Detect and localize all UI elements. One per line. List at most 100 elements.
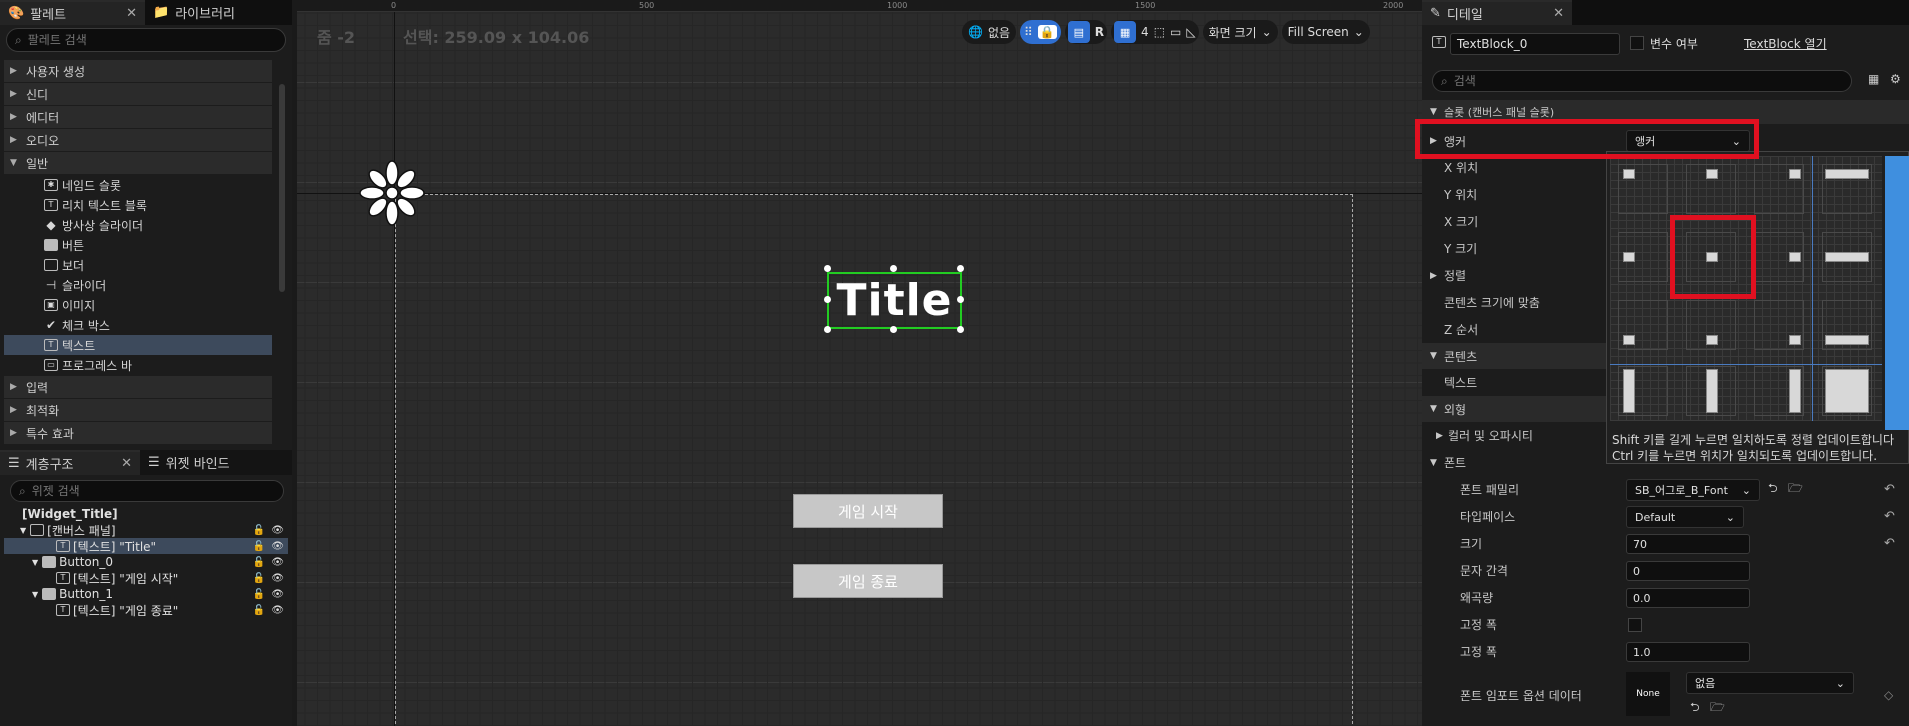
resize-handle[interactable] <box>957 326 964 333</box>
font-family-dropdown[interactable]: SB_어그로_B_Font ⌄ <box>1626 479 1760 501</box>
category-editor[interactable]: ▶ 에디터 <box>4 106 272 128</box>
hierarchy-row-start-text[interactable]: T [텍스트] "게임 시작" 🔓 👁 <box>4 570 288 586</box>
gear-icon[interactable]: ⚙ <box>1890 72 1901 86</box>
lock-icon[interactable]: 🔓 <box>253 589 265 600</box>
palette-scrollbar[interactable] <box>279 84 285 292</box>
browse-icon[interactable]: 🗁 <box>1710 698 1725 719</box>
designer-canvas[interactable]: 줌 -2 선택: 259.09 x 104.06 Title 게임 시작 게임 … <box>297 0 1422 726</box>
palette-item-text[interactable]: T 텍스트 <box>4 335 272 355</box>
palette-item-image[interactable]: ▣ 이미지 <box>4 295 272 315</box>
grid-snap-toggle[interactable]: ▦ 4 ⬚ ▭ ◺ <box>1111 20 1199 44</box>
reset-icon[interactable]: ↶ <box>1884 509 1895 524</box>
anchor-preset-cell[interactable] <box>1618 300 1668 350</box>
hierarchy-row-root[interactable]: [Widget_Title] <box>4 506 288 522</box>
anchor-preset-cell[interactable] <box>1686 164 1736 214</box>
reset-icon[interactable]: ↶ <box>1884 536 1895 551</box>
anchor-preset-cell[interactable] <box>1754 366 1804 416</box>
anchor-preset-cell[interactable] <box>1618 366 1668 416</box>
category-input[interactable]: ▶ 입력 <box>4 376 272 398</box>
close-icon[interactable]: ✕ <box>126 6 137 21</box>
lock-toggle[interactable]: ⠿ 🔒 <box>1020 20 1061 44</box>
palette-item-rich-text[interactable]: T 리치 텍스트 블록 <box>4 195 272 215</box>
tab-library[interactable]: 📁 라이브러리 <box>145 0 243 25</box>
category-audio[interactable]: ▶ 오디오 <box>4 129 272 151</box>
fixed-width-field[interactable]: 1.0 <box>1626 642 1750 662</box>
close-icon[interactable]: ✕ <box>121 456 132 471</box>
resize-handle[interactable] <box>890 326 897 333</box>
title-selection-box[interactable]: Title <box>827 272 962 329</box>
palette-item-checkbox[interactable]: ✔ 체크 박스 <box>4 315 272 335</box>
title-text[interactable]: Title <box>836 275 952 326</box>
category-optimization[interactable]: ▶ 최적화 <box>4 399 272 421</box>
widget-search-field[interactable] <box>31 484 275 498</box>
palette-search-input[interactable]: ⌕ <box>6 28 286 52</box>
font-import-dropdown[interactable]: 없음 ⌄ <box>1686 672 1854 694</box>
cursor-icon[interactable]: ⬚ <box>1154 25 1165 39</box>
screen-size-dropdown[interactable]: 화면 크기 ⌄ <box>1202 20 1278 44</box>
anchor-preset-cell[interactable] <box>1618 164 1668 214</box>
resize-handle[interactable] <box>890 265 897 272</box>
letter-spacing-field[interactable]: 0 <box>1626 561 1750 581</box>
anchor-preset-cell[interactable] <box>1754 232 1804 282</box>
start-game-button[interactable]: 게임 시작 <box>793 494 943 528</box>
palette-search-field[interactable] <box>27 33 277 47</box>
hierarchy-row-button1[interactable]: ▼ Button_1 🔓 👁 <box>4 586 288 602</box>
palette-item-named-slot[interactable]: ✱ 네임드 슬롯 <box>4 175 272 195</box>
tab-hierarchy[interactable]: ☰ 계층구조 ✕ <box>0 450 140 475</box>
lock-icon[interactable]: 🔓 <box>253 605 265 616</box>
font-import-thumbnail[interactable]: None <box>1626 672 1670 716</box>
typeface-dropdown[interactable]: Default ⌄ <box>1626 506 1744 528</box>
eye-icon[interactable]: 👁 <box>271 573 284 584</box>
palette-item-progress-bar[interactable]: ▭ 프로그레스 바 <box>4 355 272 375</box>
respect-locks-toggle[interactable]: ▤ R <box>1064 20 1108 44</box>
hierarchy-row-title-text[interactable]: T [텍스트] "Title" 🔓 👁 <box>4 538 288 554</box>
fill-screen-dropdown[interactable]: Fill Screen ⌄ <box>1281 20 1370 44</box>
lock-icon[interactable]: 🔓 <box>253 525 265 536</box>
close-icon[interactable]: ✕ <box>1553 6 1564 21</box>
reset-icon[interactable]: ↶ <box>1884 482 1895 497</box>
preview-none-toggle[interactable]: 🌐 없음 <box>962 20 1017 44</box>
eye-icon[interactable]: 👁 <box>271 541 284 552</box>
anchor-preset-cell[interactable] <box>1822 232 1872 282</box>
arrow-left-icon[interactable]: ⮌ <box>1768 479 1778 500</box>
resize-handle[interactable] <box>824 265 831 272</box>
anchor-preset-cell[interactable] <box>1618 232 1668 282</box>
hierarchy-row-end-text[interactable]: T [텍스트] "게임 종료" 🔓 👁 <box>4 602 288 618</box>
eye-icon[interactable]: 👁 <box>271 557 284 568</box>
is-variable-checkbox[interactable] <box>1630 36 1644 50</box>
widget-search-input[interactable]: ⌕ <box>10 480 284 502</box>
category-special-effects[interactable]: ▶ 특수 효과 <box>4 422 272 444</box>
tab-widget-binding[interactable]: ☰ 위젯 바인드 <box>140 450 238 475</box>
palette-item-radial-slider[interactable]: ◆ 방사상 슬라이더 <box>4 215 272 235</box>
fixed-width-checkbox[interactable] <box>1628 618 1642 632</box>
details-search-input[interactable]: ⌕ <box>1432 70 1852 92</box>
lock-icon[interactable]: 🔓 <box>253 573 265 584</box>
anchor-preset-cell[interactable] <box>1686 366 1736 416</box>
palette-item-slider[interactable]: ⊣ 슬라이더 <box>4 275 272 295</box>
browse-icon[interactable]: 🗁 <box>1788 479 1803 500</box>
open-textblock-link[interactable]: TextBlock 열기 <box>1744 35 1827 52</box>
category-synth[interactable]: ▶ 신디 <box>4 83 272 105</box>
widget-name-field[interactable]: TextBlock_0 <box>1450 33 1620 55</box>
flip-icon[interactable]: ◺ <box>1186 25 1195 39</box>
arrow-left-icon[interactable]: ⮌ <box>1690 698 1700 719</box>
lock-icon[interactable]: 🔓 <box>253 541 265 552</box>
anchor-preset-cell[interactable] <box>1686 300 1736 350</box>
hierarchy-row-button0[interactable]: ▼ Button_0 🔓 👁 <box>4 554 288 570</box>
resize-handle[interactable] <box>957 265 964 272</box>
details-search-field[interactable] <box>1453 74 1843 88</box>
anchor-preset-cell[interactable] <box>1822 300 1872 350</box>
eye-icon[interactable]: 👁 <box>271 525 284 536</box>
skew-field[interactable]: 0.0 <box>1626 588 1750 608</box>
tab-palette[interactable]: 🎨 팔레트 ✕ <box>0 0 145 25</box>
resize-handle[interactable] <box>824 296 831 303</box>
tab-details[interactable]: ✎ 디테일 ✕ <box>1422 0 1572 25</box>
table-view-icon[interactable]: ▦ <box>1868 72 1879 86</box>
lock-icon[interactable]: 🔓 <box>253 557 265 568</box>
font-size-field[interactable]: 70 <box>1626 534 1750 554</box>
anchor-preset-cell[interactable] <box>1754 164 1804 214</box>
eye-icon[interactable]: 👁 <box>271 605 284 616</box>
anchor-flower-icon[interactable] <box>359 160 425 226</box>
category-user-created[interactable]: ▶ 사용자 생성 <box>4 60 272 82</box>
image-icon[interactable]: ▭ <box>1170 25 1181 39</box>
